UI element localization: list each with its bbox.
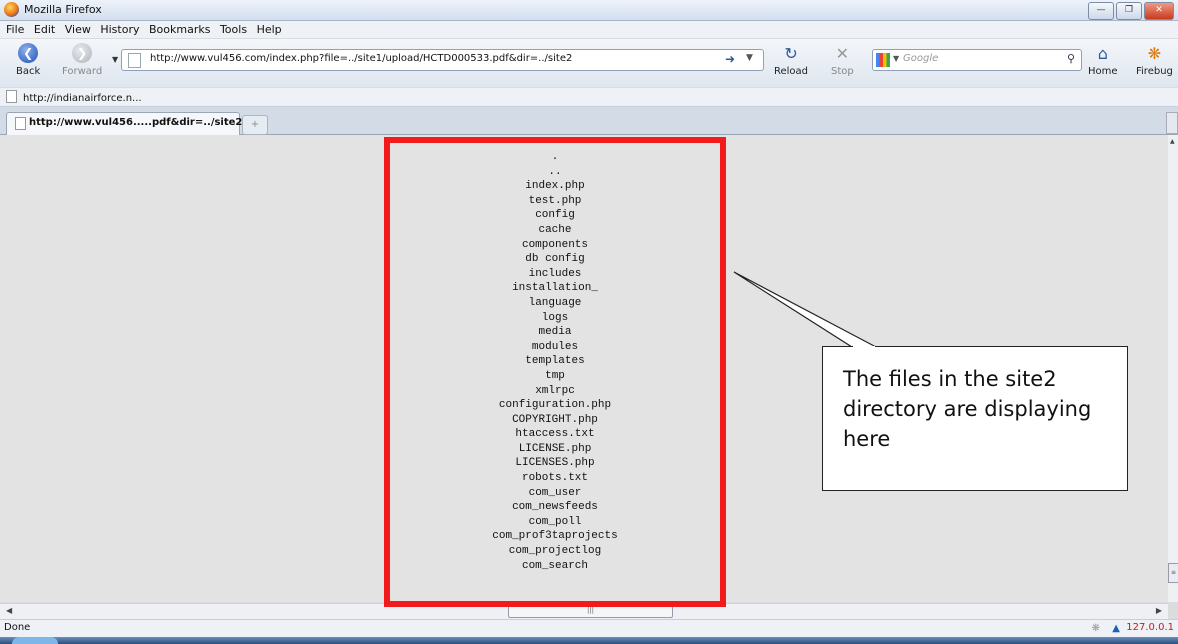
firebug-label: Firebug [1136,66,1173,77]
tab-bar: http://www.vul456.....pdf&dir=../site2 + [0,108,1178,135]
file-entry[interactable]: robots.txt [390,471,720,486]
tab-active[interactable]: http://www.vul456.....pdf&dir=../site2 [6,112,243,135]
file-entry[interactable]: installation_ [390,281,720,296]
home-label: Home [1088,66,1118,77]
file-entry[interactable]: configuration.php [390,398,720,413]
file-entry[interactable]: logs [390,311,720,326]
page-icon [15,117,26,130]
firebug-status-icon[interactable]: ❋ [1092,623,1100,634]
status-text: Done [4,622,31,633]
file-entry[interactable]: htaccess.txt [390,427,720,442]
file-entry[interactable]: templates [390,354,720,369]
menu-help[interactable]: Help [257,23,282,36]
file-entry[interactable]: com_newsfeeds [390,500,720,515]
url-text: http://www.vul456.com/index.php?file=../… [150,53,573,64]
search-box[interactable]: ▼ Google ⚲ [872,49,1082,71]
minimize-button[interactable]: — [1088,2,1114,20]
menu-bookmarks[interactable]: Bookmarks [149,23,210,36]
start-button[interactable] [12,637,58,644]
reload-icon: ↻ [784,43,798,63]
back-arrow-icon: ❮ [18,43,39,63]
file-entry[interactable]: xmlrpc [390,384,720,399]
taskbar [0,637,1178,644]
file-entry[interactable]: . [390,150,720,165]
menu-tools[interactable]: Tools [220,23,247,36]
new-tab-button[interactable]: + [242,115,268,135]
window-controls: — ❐ ✕ [1088,2,1174,20]
vertical-scroll-thumb[interactable]: ≡ [1168,563,1178,583]
forward-arrow-icon: ❯ [72,43,93,63]
search-engine-dropdown-icon[interactable]: ▼ [893,54,899,63]
reload-button[interactable]: ↻ Reload [774,43,809,78]
tab-scroll-button[interactable] [1166,112,1178,134]
menu-history[interactable]: History [100,23,139,36]
firebug-icon: ❋ [1147,43,1162,63]
status-bar: Done ❋ ▲ 127.0.0.1 [0,619,1178,637]
file-entry[interactable]: com_user [390,486,720,501]
google-icon [876,53,890,67]
file-entry[interactable]: cache [390,223,720,238]
page-icon [6,90,17,103]
url-dropdown-icon[interactable]: ▼ [746,53,753,63]
url-bar[interactable]: http://www.vul456.com/index.php?file=../… [121,49,764,71]
menu-view[interactable]: View [65,23,91,36]
scroll-left-icon[interactable]: ◀ [6,606,12,615]
page-icon [128,53,141,68]
file-entry[interactable]: config [390,208,720,223]
file-entry[interactable]: includes [390,267,720,282]
stop-button[interactable]: ✕ Stop [831,43,854,78]
file-entry[interactable]: modules [390,340,720,355]
file-entry[interactable]: .. [390,165,720,180]
file-entry[interactable]: com_poll [390,515,720,530]
callout-text: The files in the site2 directory are dis… [843,367,1092,451]
back-button[interactable]: ❮ Back [16,43,40,77]
directory-listing: . .. index.php test.php config cache com… [390,150,720,573]
bookmark-label: http://indianairforce.n... [23,93,142,104]
server-ip: 127.0.0.1 [1126,622,1174,633]
file-entry[interactable]: index.php [390,179,720,194]
file-entry[interactable]: COPYRIGHT.php [390,413,720,428]
file-entry[interactable]: com_projectlog [390,544,720,559]
file-entry[interactable]: test.php [390,194,720,209]
file-entry[interactable]: tmp [390,369,720,384]
network-status-icon[interactable]: ▲ [1112,623,1120,634]
file-entry[interactable]: language [390,296,720,311]
home-button[interactable]: ⌂ Home [1088,43,1118,78]
menu-edit[interactable]: Edit [34,23,55,36]
go-arrow-icon[interactable]: ➜ [725,52,735,66]
file-entry[interactable]: db config [390,252,720,267]
forward-button[interactable]: ❯ Forward [62,43,102,77]
scroll-up-icon[interactable]: ▲ [1170,138,1175,145]
navigation-toolbar: ❮ Back ❯ Forward ▼ http://www.vul456.com… [0,39,1178,87]
search-icon[interactable]: ⚲ [1067,52,1075,65]
menu-bar: File Edit View History Bookmarks Tools H… [0,21,1178,38]
search-placeholder: Google [903,53,939,64]
bookmarks-toolbar: http://indianairforce.n... [0,88,1178,107]
close-button[interactable]: ✕ [1144,2,1174,20]
firebug-button[interactable]: ❋ Firebug [1136,43,1173,78]
file-entry[interactable]: LICENSES.php [390,456,720,471]
file-entry[interactable]: media [390,325,720,340]
vertical-scrollbar[interactable]: ▲ ≡ [1168,135,1178,602]
menu-file[interactable]: File [6,23,24,36]
file-entry[interactable]: components [390,238,720,253]
bookmark-item[interactable]: http://indianairforce.n... [6,90,142,104]
tab-title: http://www.vul456.....pdf&dir=../site2 [29,117,243,128]
file-entry[interactable]: LICENSE.php [390,442,720,457]
firefox-logo-icon [4,2,19,17]
annotation-callout: The files in the site2 directory are dis… [822,346,1128,491]
file-entry[interactable]: com_search [390,559,720,574]
history-dropdown-icon[interactable]: ▼ [112,55,118,64]
file-entry[interactable]: com_prof3taprojects [390,529,720,544]
forward-label: Forward [62,66,103,77]
stop-icon: ✕ [835,43,850,63]
back-label: Back [16,66,41,77]
stop-label: Stop [831,66,854,77]
maximize-button[interactable]: ❐ [1116,2,1142,20]
reload-label: Reload [774,66,809,77]
title-bar: Mozilla Firefox — ❐ ✕ [0,0,1178,21]
home-icon: ⌂ [1097,43,1108,63]
scroll-right-icon[interactable]: ▶ [1156,606,1162,615]
window-title: Mozilla Firefox [24,3,102,16]
